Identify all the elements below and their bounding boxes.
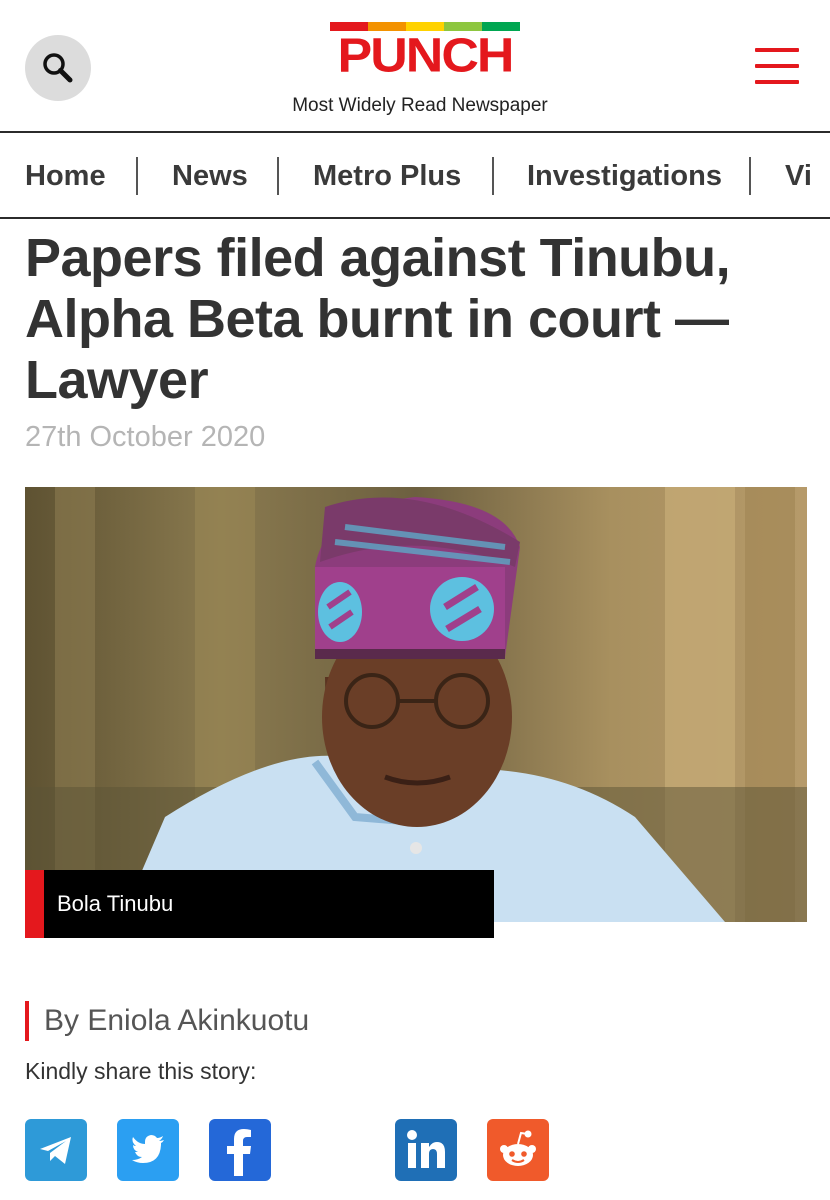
twitter-icon: [132, 1135, 164, 1163]
site-tagline: Most Widely Read Newspaper: [292, 95, 548, 116]
nav-item-news[interactable]: News: [172, 135, 248, 217]
image-caption: Bola Tinubu: [25, 870, 494, 938]
facebook-icon: [227, 1129, 251, 1176]
nav-separator: [136, 157, 138, 195]
search-button[interactable]: [25, 35, 91, 101]
share-facebook-button[interactable]: [209, 1119, 271, 1181]
caption-text: Bola Tinubu: [57, 891, 174, 916]
article-headline: Papers filed against Tinubu, Alpha Beta …: [25, 228, 731, 410]
nav-separator: [749, 157, 751, 195]
article-byline[interactable]: By Eniola Akinkuotu: [25, 1001, 309, 1041]
nav-item-metro-plus[interactable]: Metro Plus: [313, 135, 461, 217]
telegram-icon: [40, 1137, 71, 1164]
hamburger-menu-icon[interactable]: [755, 48, 799, 84]
nav-separator: [492, 157, 494, 195]
share-linkedin-button[interactable]: [395, 1119, 457, 1181]
site-header: PUNCH Most Widely Read Newspaper: [0, 0, 830, 133]
nav-item-home[interactable]: Home: [25, 135, 106, 217]
search-icon: [43, 53, 73, 83]
article-date: 27th October 2020: [25, 421, 266, 453]
nav-item-partial[interactable]: Vi: [785, 135, 812, 217]
punch-logo[interactable]: PUNCH: [330, 22, 520, 82]
article-hero-image: [25, 487, 807, 922]
share-label: Kindly share this story:: [25, 1058, 257, 1084]
reddit-icon: [500, 1130, 536, 1166]
nav-separator: [277, 157, 279, 195]
share-twitter-button[interactable]: [117, 1119, 179, 1181]
share-reddit-button[interactable]: [487, 1119, 549, 1181]
main-nav: Home News Metro Plus Investigations Vi: [0, 135, 830, 219]
nav-item-investigations[interactable]: Investigations: [527, 135, 722, 217]
linkedin-icon: [407, 1130, 445, 1168]
share-telegram-button[interactable]: [25, 1119, 87, 1181]
logo-wordmark: PUNCH: [337, 29, 515, 83]
caption-accent-bar: [25, 870, 44, 938]
